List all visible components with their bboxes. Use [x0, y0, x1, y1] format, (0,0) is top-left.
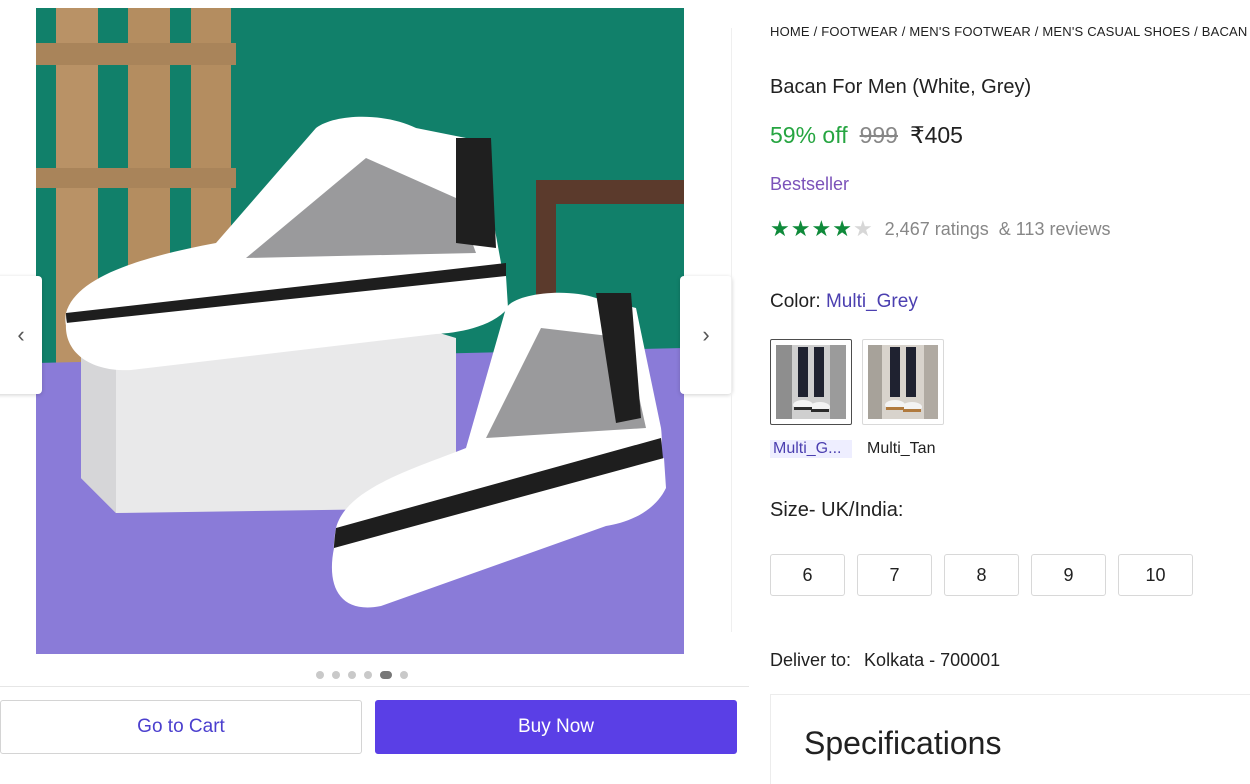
star-icon: ★: [770, 216, 790, 241]
size-option-10[interactable]: 10: [1118, 554, 1193, 596]
chevron-left-icon: ‹: [17, 322, 25, 347]
chevron-right-icon: ›: [702, 322, 710, 347]
buy-now-button[interactable]: Buy Now: [375, 700, 737, 754]
action-bar: Go to Cart Buy Now: [0, 686, 749, 766]
bestseller-badge: Bestseller: [770, 174, 850, 194]
product-gallery: ‹ › Go to Cart Buy Now: [0, 0, 750, 776]
delivery-label: Deliver to:: [770, 650, 852, 670]
column-divider: [731, 28, 732, 632]
star-icon: ★: [790, 216, 811, 241]
carousel-dot[interactable]: [400, 671, 408, 679]
color-label: Color:: [770, 291, 821, 312]
go-to-cart-button[interactable]: Go to Cart: [0, 700, 362, 754]
star-rating: ★ ★ ★ ★ ★: [770, 218, 873, 240]
carousel-dots: [316, 671, 408, 679]
star-icon: ★: [811, 216, 832, 241]
color-option-label[interactable]: Multi_G...: [770, 440, 852, 458]
price-row: 59% off 999 ₹405: [770, 122, 963, 149]
swatch-grey-image: [776, 345, 846, 419]
breadcrumb[interactable]: HOME / FOOTWEAR / MEN'S FOOTWEAR / MEN'S…: [770, 24, 1248, 39]
star-empty-icon: ★: [852, 216, 873, 241]
carousel-dot[interactable]: [364, 671, 372, 679]
delivery-row[interactable]: Deliver to: Kolkata - 700001: [770, 650, 1000, 671]
specifications-title: Specifications: [804, 725, 1002, 761]
reviews-count: & 113 reviews: [998, 218, 1111, 239]
specifications-section: Specifications: [770, 694, 1250, 784]
color-option-label[interactable]: Multi_Tan: [867, 440, 935, 458]
rating-row[interactable]: ★ ★ ★ ★ ★ 2,467 ratings & 113 reviews: [770, 218, 1110, 240]
product-main-image[interactable]: [36, 8, 684, 654]
carousel-dot[interactable]: [332, 671, 340, 679]
size-option-7[interactable]: 7: [857, 554, 932, 596]
size-options: 6 7 8 9 10: [770, 554, 1193, 596]
size-option-9[interactable]: 9: [1031, 554, 1106, 596]
discount-text: 59% off: [770, 122, 848, 148]
mrp-price: 999: [859, 122, 898, 148]
next-image-button[interactable]: ›: [680, 276, 732, 394]
color-swatch-multi-grey[interactable]: [770, 339, 852, 425]
delivery-location: Kolkata - 700001: [864, 650, 1001, 670]
size-label: Size- UK/India:: [770, 499, 904, 521]
ratings-count: 2,467 ratings: [884, 218, 989, 239]
selected-color: Multi_Grey: [825, 291, 918, 312]
color-swatch-multi-tan[interactable]: [862, 339, 944, 425]
carousel-dot[interactable]: [348, 671, 356, 679]
swatch-tan-image: [868, 345, 938, 419]
carousel-dot-active[interactable]: [380, 671, 392, 679]
carousel-dot[interactable]: [316, 671, 324, 679]
size-option-6[interactable]: 6: [770, 554, 845, 596]
size-option-8[interactable]: 8: [944, 554, 1019, 596]
prev-image-button[interactable]: ‹: [0, 276, 42, 394]
product-title: Bacan For Men (White, Grey): [770, 76, 1032, 98]
color-label-row: Color: Multi_Grey: [770, 291, 918, 313]
selling-price: ₹405: [909, 122, 963, 148]
product-details: HOME / FOOTWEAR / MEN'S FOOTWEAR / MEN'S…: [770, 0, 1250, 784]
star-icon: ★: [832, 216, 852, 241]
